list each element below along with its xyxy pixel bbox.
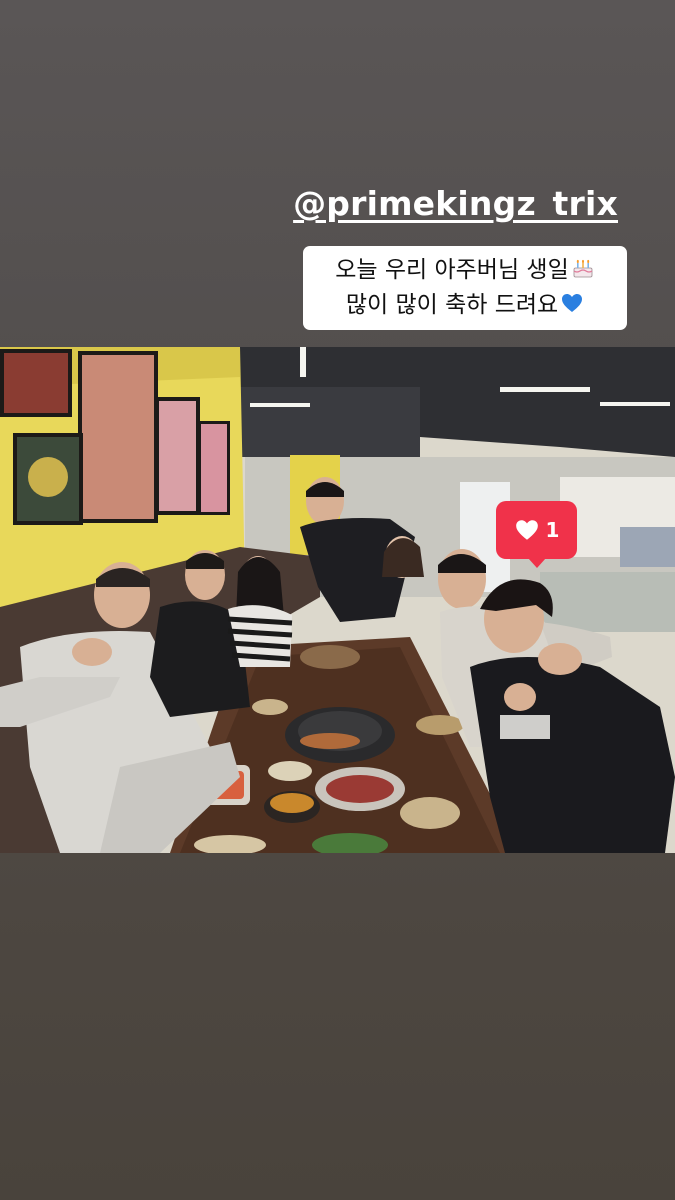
like-count: 1: [545, 518, 560, 542]
caption-sticker: 오늘 우리 아주버님 생일 많이 많이 축하 드려요: [303, 246, 627, 330]
story-photo: [0, 347, 675, 853]
caption-text-2: 많이 많이 축하 드려요: [345, 292, 559, 318]
group-dinner-photo: [0, 347, 675, 853]
birthday-cake-icon: [573, 259, 593, 278]
blue-heart-icon: [562, 294, 583, 312]
caption-line-1: 오늘 우리 아주버님 생일: [311, 253, 619, 288]
heart-icon: [515, 520, 538, 540]
like-sticker[interactable]: 1: [496, 501, 577, 568]
caption-text-1: 오늘 우리 아주버님 생일: [335, 257, 569, 283]
mention-sticker[interactable]: @primekingz_trix: [293, 184, 618, 223]
caption-line-2: 많이 많이 축하 드려요: [311, 288, 619, 323]
